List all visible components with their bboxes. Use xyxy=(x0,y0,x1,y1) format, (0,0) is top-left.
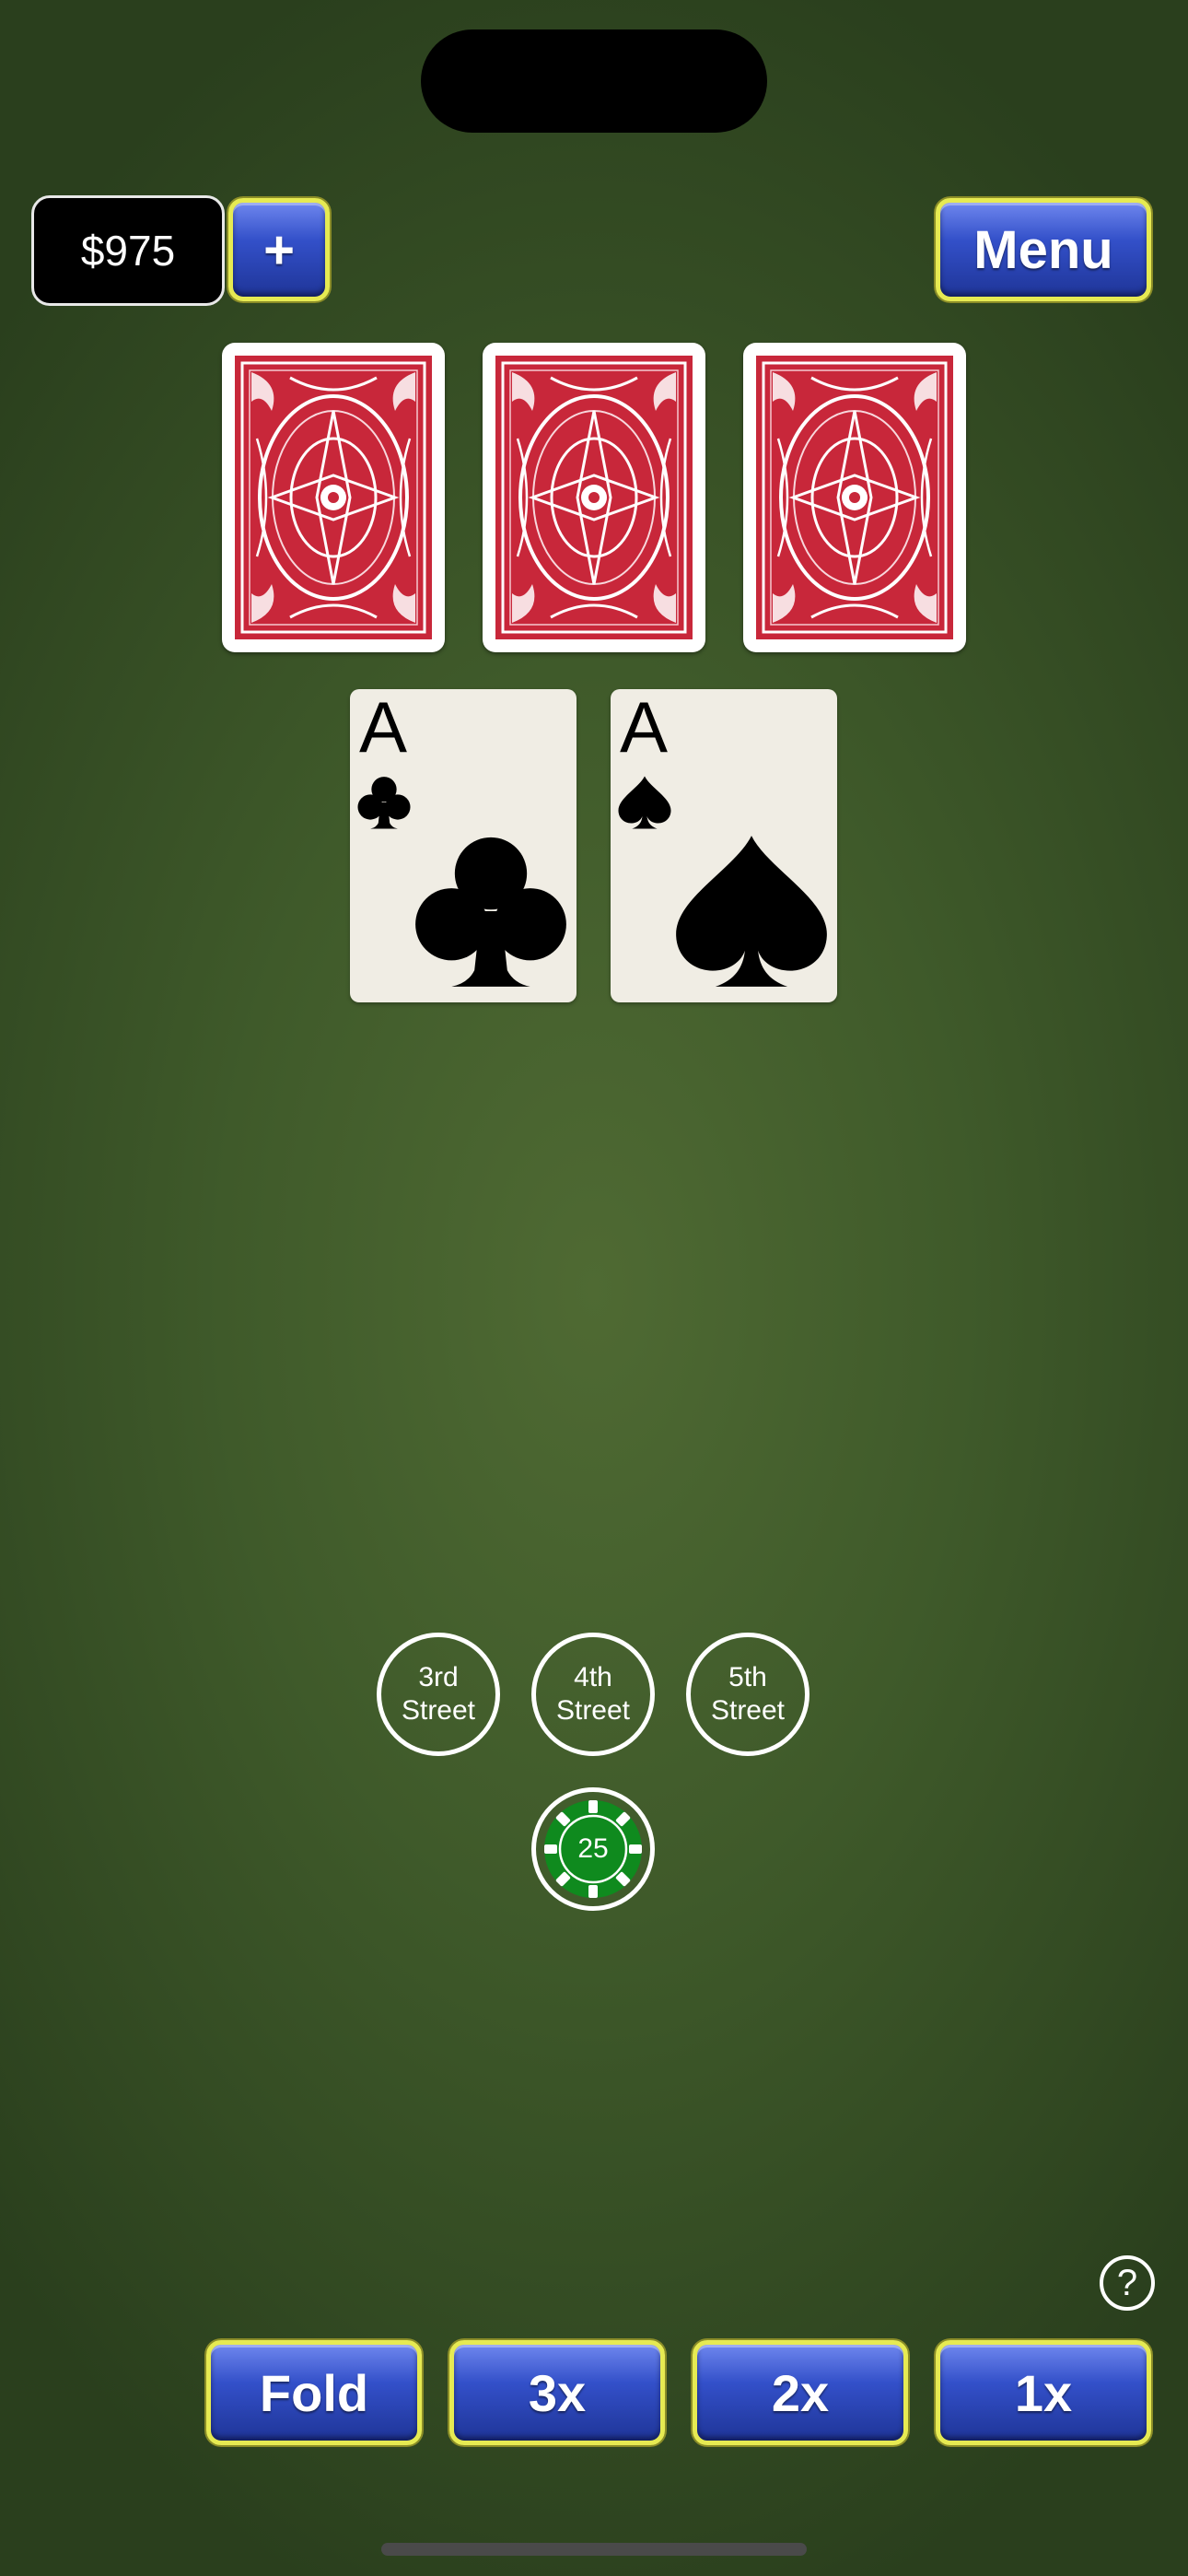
bet-spot-label-line1: 4th xyxy=(574,1662,612,1692)
add-funds-button[interactable]: + xyxy=(228,198,330,301)
bet-1x-button[interactable]: 1x xyxy=(936,2340,1151,2445)
bet-spot-label-line1: 5th xyxy=(728,1662,767,1692)
club-icon xyxy=(357,777,411,829)
player-card-ace-of-clubs: A xyxy=(350,689,577,1002)
chip-value: 25 xyxy=(577,1833,609,1864)
ante-bet-spot[interactable]: 25 xyxy=(531,1787,655,1911)
bet-spot-4th-street[interactable]: 4th Street xyxy=(531,1633,655,1756)
dealer-card-back xyxy=(483,343,705,652)
bet-spot-label-line2: Street xyxy=(555,1695,631,1726)
card-rank: A xyxy=(620,689,669,767)
bet-spot-label-line2: Street xyxy=(401,1695,476,1726)
dealer-card-back xyxy=(743,343,966,652)
fold-button[interactable]: Fold xyxy=(206,2340,422,2445)
balance-display: $975 xyxy=(31,195,225,306)
player-card-ace-of-spades: A xyxy=(611,689,837,1002)
bet-2x-button[interactable]: 2x xyxy=(693,2340,908,2445)
bet-spot-3rd-street[interactable]: 3rd Street xyxy=(377,1633,500,1756)
bet-spot-label-line1: 3rd xyxy=(418,1662,459,1692)
dealer-card-back xyxy=(222,343,445,652)
dynamic-island xyxy=(421,29,767,133)
spade-icon xyxy=(618,776,671,829)
club-icon xyxy=(415,837,566,987)
bet-3x-button[interactable]: 3x xyxy=(449,2340,665,2445)
bet-spot-5th-street[interactable]: 5th Street xyxy=(686,1633,809,1756)
card-rank: A xyxy=(359,689,408,767)
menu-button[interactable]: Menu xyxy=(936,198,1151,301)
spade-icon xyxy=(676,836,827,987)
help-button[interactable]: ? xyxy=(1100,2255,1155,2311)
home-indicator[interactable] xyxy=(381,2543,807,2556)
bet-spot-label-line2: Street xyxy=(710,1695,786,1726)
